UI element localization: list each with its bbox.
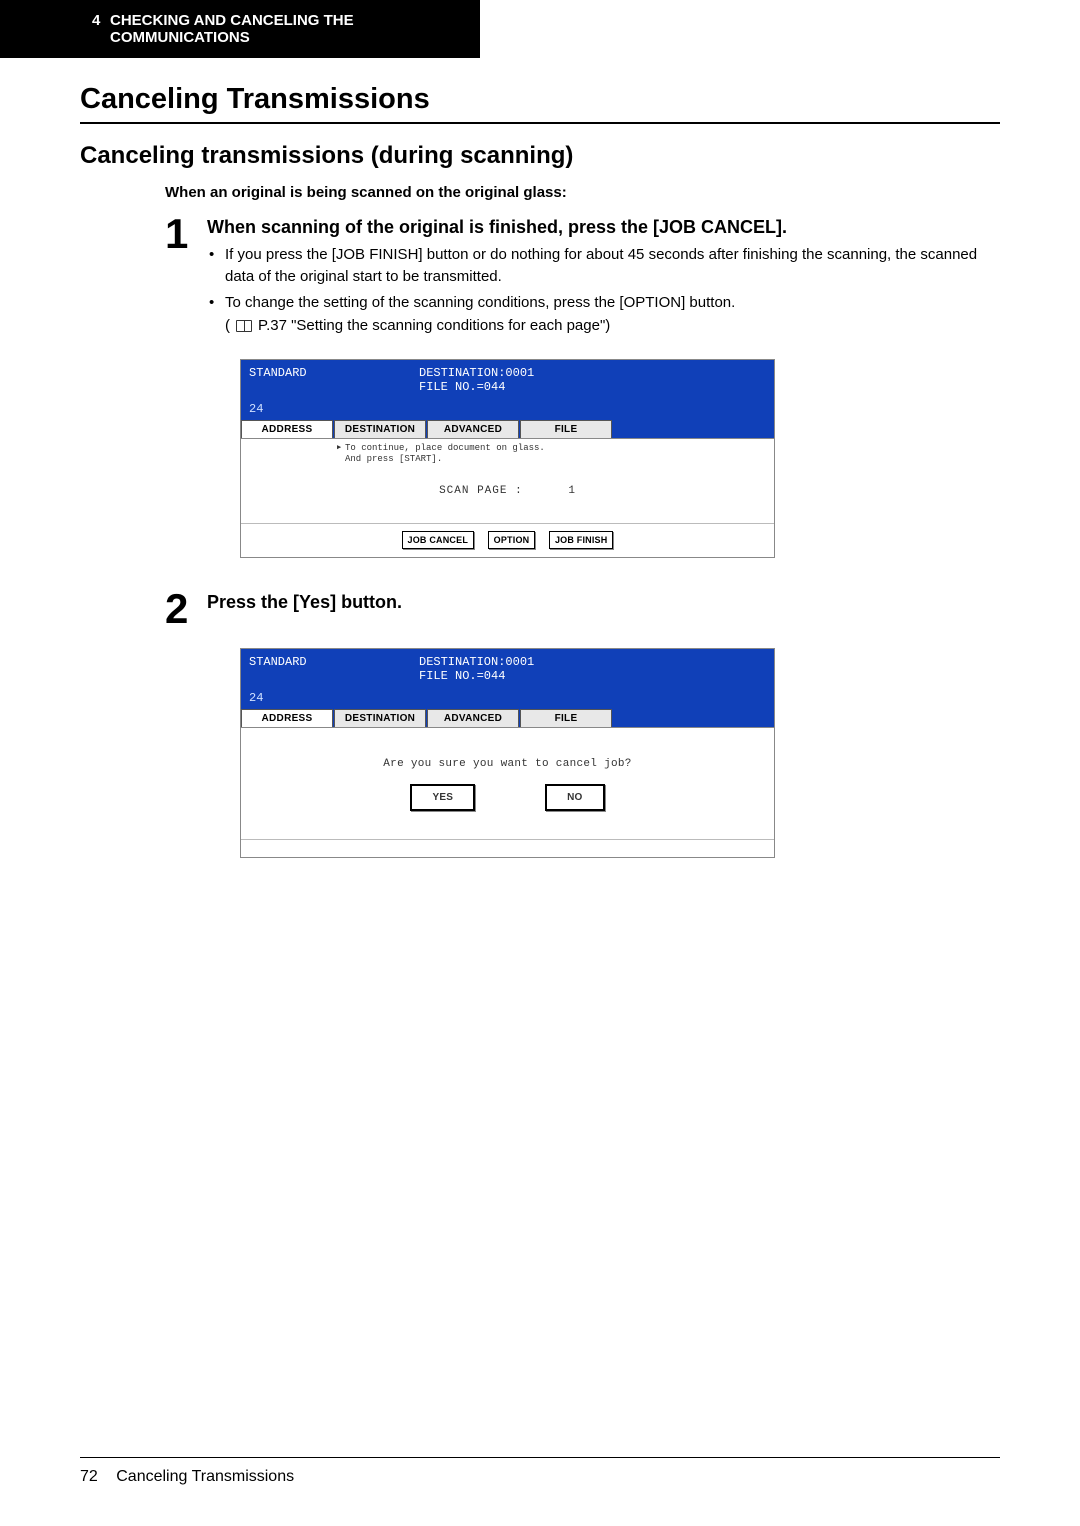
step-1: 1 When scanning of the original is finis… [165, 213, 1000, 341]
chapter-title: CHECKING AND CANCELING THE COMMUNICATION… [110, 12, 460, 46]
lcd-msg-2: And press [START]. [345, 454, 442, 464]
step1-bullet-2: To change the setting of the scanning co… [225, 292, 1000, 338]
lcd-scan-label: SCAN PAGE : [439, 485, 523, 497]
lcd-tabs: ADDRESS DESTINATION ADVANCED FILE [241, 420, 774, 438]
lcd-scan-value: 1 [568, 485, 576, 497]
page-footer: 72 Canceling Transmissions [80, 1457, 1000, 1486]
lcd-header: STANDARD DESTINATION:0001 FILE NO.=044 2… [241, 360, 774, 420]
lcd-destination: DESTINATION:0001 [419, 655, 534, 669]
subsection-title: Canceling transmissions (during scanning… [80, 142, 1000, 170]
tab-file[interactable]: FILE [520, 420, 612, 438]
lcd-code: 24 [249, 402, 766, 416]
no-button[interactable]: NO [545, 784, 604, 811]
lcd-bottom-empty [241, 839, 774, 857]
tab-file[interactable]: FILE [520, 709, 612, 727]
book-icon [236, 320, 252, 332]
intro-text: When an original is being scanned on the… [165, 184, 1000, 201]
lcd-screen-2: STANDARD DESTINATION:0001 FILE NO.=044 2… [240, 648, 775, 858]
lcd-msg-1: To continue, place document on glass. [345, 443, 545, 453]
section-title: Canceling Transmissions [80, 83, 1000, 124]
job-cancel-button[interactable]: JOB CANCEL [402, 531, 475, 549]
step1-bullet-2-text: To change the setting of the scanning co… [225, 294, 735, 311]
tab-advanced[interactable]: ADVANCED [427, 709, 519, 727]
tab-address[interactable]: ADDRESS [241, 709, 333, 727]
chapter-header: 4 CHECKING AND CANCELING THE COMMUNICATI… [0, 0, 480, 58]
step1-bullet-1: If you press the [JOB FINISH] button or … [225, 244, 1000, 288]
step-heading: Press the [Yes] button. [207, 592, 1000, 613]
step-number: 1 [165, 213, 193, 255]
lcd-fileno: FILE NO.=044 [419, 669, 505, 683]
lcd-scan-row: SCAN PAGE : 1 [247, 485, 768, 497]
lcd-confirm-text: Are you sure you want to cancel job? [247, 758, 768, 770]
tab-destination[interactable]: DESTINATION [334, 709, 426, 727]
reference-line: ( P.37 "Setting the scanning conditions … [225, 315, 1000, 337]
lcd-destination: DESTINATION:0001 [419, 366, 534, 380]
lcd-screen-1: STANDARD DESTINATION:0001 FILE NO.=044 2… [240, 359, 775, 558]
chapter-number: 4 [92, 12, 100, 29]
tab-destination[interactable]: DESTINATION [334, 420, 426, 438]
lcd-body: Are you sure you want to cancel job? YES… [241, 727, 774, 839]
tab-address[interactable]: ADDRESS [241, 420, 333, 438]
lcd-button-row: JOB CANCEL OPTION JOB FINISH [241, 523, 774, 557]
step-heading: When scanning of the original is finishe… [207, 217, 1000, 238]
lcd-tabs: ADDRESS DESTINATION ADVANCED FILE [241, 709, 774, 727]
lcd-header: STANDARD DESTINATION:0001 FILE NO.=044 2… [241, 649, 774, 709]
page-content: Canceling Transmissions Canceling transm… [0, 58, 1080, 858]
lcd-fileno: FILE NO.=044 [419, 380, 505, 394]
step-number: 2 [165, 588, 193, 630]
footer-title: Canceling Transmissions [116, 1468, 294, 1485]
lcd-mode: STANDARD [249, 655, 399, 683]
page-number: 72 [80, 1468, 98, 1485]
option-button[interactable]: OPTION [488, 531, 536, 549]
lcd-code: 24 [249, 691, 766, 705]
lcd-mode: STANDARD [249, 366, 399, 394]
yes-button[interactable]: YES [410, 784, 475, 811]
tab-advanced[interactable]: ADVANCED [427, 420, 519, 438]
step-2: 2 Press the [Yes] button. [165, 588, 1000, 630]
reference-text: P.37 "Setting the scanning conditions fo… [258, 315, 610, 337]
lcd-body: To continue, place document on glass. An… [241, 438, 774, 523]
job-finish-button[interactable]: JOB FINISH [549, 531, 614, 549]
